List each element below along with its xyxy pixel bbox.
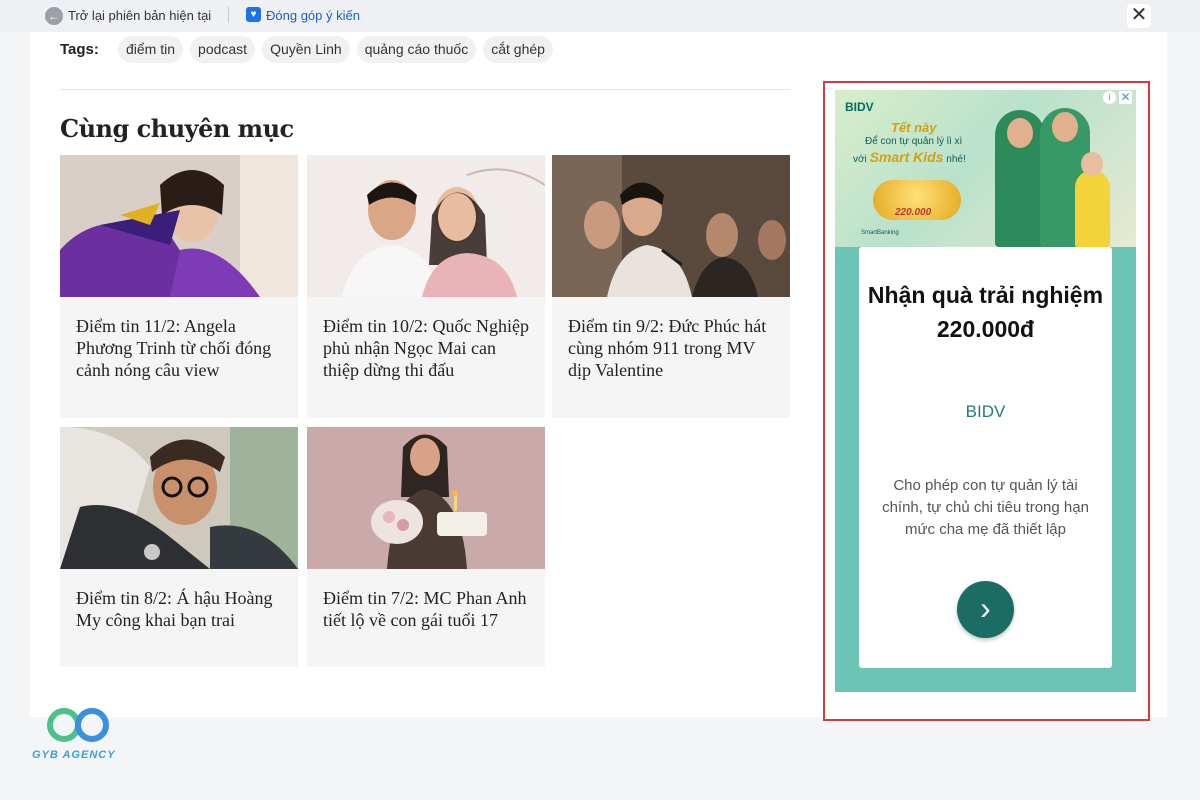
article-thumbnail[interactable]: [60, 427, 298, 569]
smart-kids-label: Smart Kids: [869, 149, 944, 165]
article-card[interactable]: Điểm tin 9/2: Đức Phúc hát cùng nhóm 911…: [552, 155, 790, 418]
section-title: Cùng chuyên mục: [60, 114, 294, 143]
tag-item[interactable]: điểm tin: [118, 36, 184, 63]
article-card[interactable]: Điểm tin 8/2: Á hậu Hoàng My công khai b…: [60, 427, 298, 667]
tag-item[interactable]: podcast: [190, 36, 256, 63]
article-card[interactable]: Điểm tin 11/2: Angela Phương Trinh từ ch…: [60, 155, 298, 418]
gift-amount: 220.000: [895, 207, 932, 218]
tags-label: Tags:: [60, 41, 99, 58]
ad-person-face: [1052, 112, 1078, 142]
ad-close-icon[interactable]: ✕: [1119, 91, 1132, 104]
ad-tet-text: Tết này: [891, 120, 937, 135]
agency-logo: [47, 708, 109, 742]
bidv-logo: BIDV: [965, 402, 1006, 421]
bidv-logo: BIDV: [845, 100, 874, 114]
ad-banner-line: Để con tự quản lý lì xì: [865, 136, 963, 147]
top-bar: ← Trở lại phiên bản hiện tại ♥ Đóng góp …: [0, 0, 1200, 32]
ad-person-face: [1007, 118, 1033, 148]
article-thumbnail[interactable]: [60, 155, 298, 297]
article-title[interactable]: Điểm tin 7/2: MC Phan Anh tiết lộ về con…: [323, 587, 533, 631]
section-divider: [60, 89, 790, 90]
article-thumbnail[interactable]: [552, 155, 790, 297]
back-arrow-icon[interactable]: ←: [45, 7, 63, 25]
article-card[interactable]: Điểm tin 7/2: MC Phan Anh tiết lộ về con…: [307, 427, 545, 667]
tag-item[interactable]: Quyền Linh: [262, 36, 350, 63]
tag-item[interactable]: quảng cáo thuốc: [356, 36, 477, 63]
smartbanking-label: SmartBanking: [861, 230, 899, 236]
ad-info-icon[interactable]: i: [1103, 91, 1116, 104]
ad-child-image: [1075, 170, 1110, 247]
ad-description: Cho phép con tự quản lý tài chính, tự ch…: [882, 477, 1089, 538]
bidv-ad[interactable]: BIDV i ✕ Tết này Để con tự quản lý lì xì…: [835, 90, 1136, 692]
heart-icon[interactable]: ♥: [246, 7, 261, 22]
ad-banner-line: với Smart Kids nhé!: [853, 149, 966, 165]
agency-watermark-text: GYB AGENCY: [32, 749, 116, 761]
article-thumbnail[interactable]: [307, 427, 545, 569]
article-title[interactable]: Điểm tin 8/2: Á hậu Hoàng My công khai b…: [76, 587, 286, 631]
article-thumbnail[interactable]: [307, 155, 545, 297]
ad-banner[interactable]: BIDV i ✕ Tết này Để con tự quản lý lì xì…: [835, 90, 1136, 247]
ad-headline[interactable]: Nhận quà trải nghiệm 220.000đ: [859, 278, 1112, 346]
divider: [228, 7, 229, 23]
close-button[interactable]: ✕: [1127, 4, 1151, 28]
article-card[interactable]: Điểm tin 10/2: Quốc Nghiệp phủ nhận Ngọc…: [307, 155, 545, 418]
article-title[interactable]: Điểm tin 11/2: Angela Phương Trinh từ ch…: [76, 315, 286, 381]
article-title[interactable]: Điểm tin 10/2: Quốc Nghiệp phủ nhận Ngọc…: [323, 315, 533, 381]
back-to-current-version-link[interactable]: Trở lại phiên bản hiện tại: [68, 8, 211, 23]
feedback-link[interactable]: Đóng góp ý kiến: [266, 8, 360, 23]
ad-card[interactable]: Nhận quà trải nghiệm 220.000đ BIDV Cho p…: [859, 247, 1112, 668]
article-title[interactable]: Điểm tin 9/2: Đức Phúc hát cùng nhóm 911…: [568, 315, 778, 381]
ad-child-face: [1081, 152, 1103, 176]
tag-list: điểm tin podcast Quyền Linh quảng cáo th…: [118, 36, 553, 63]
ad-next-button[interactable]: ›: [957, 581, 1014, 638]
tag-item[interactable]: cắt ghép: [483, 36, 553, 63]
